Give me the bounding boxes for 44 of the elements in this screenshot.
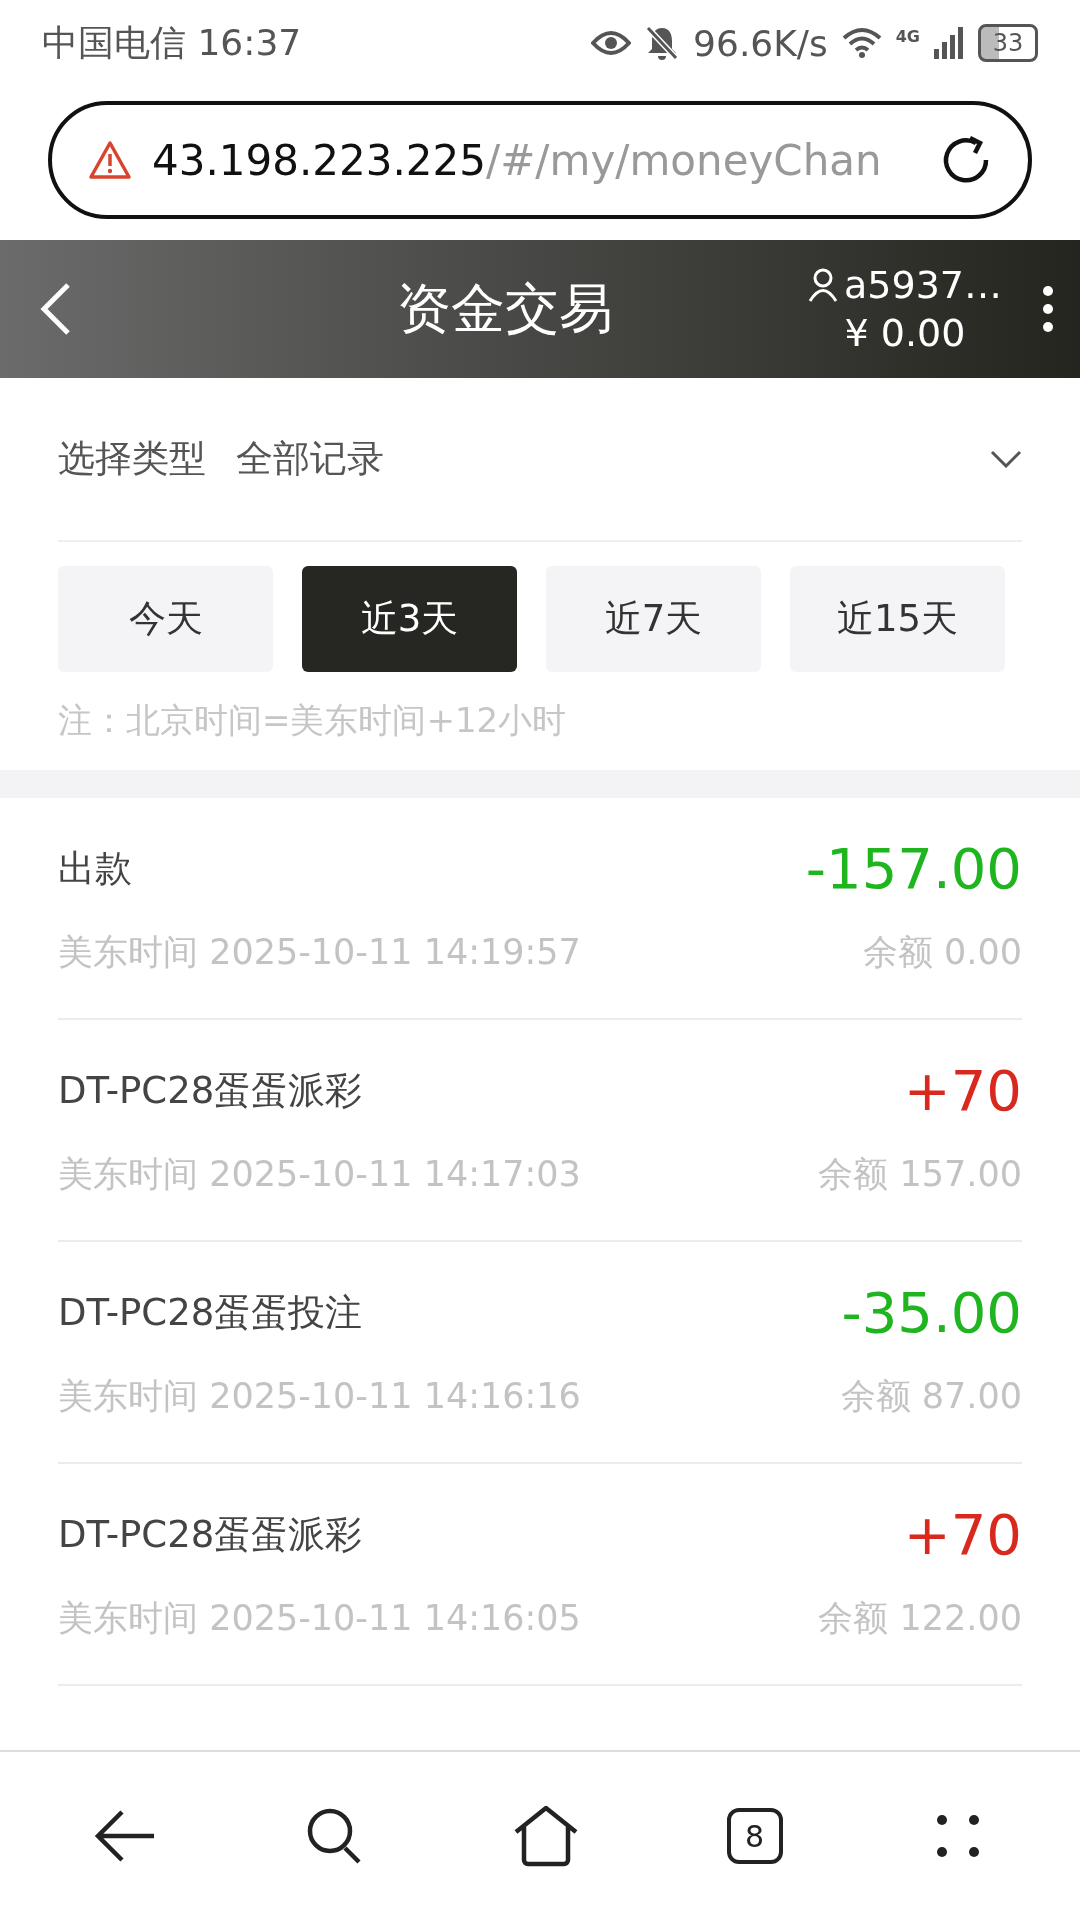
- record-balance: 余额 87.00: [840, 1375, 1022, 1418]
- record-title: DT-PC28蛋蛋投注: [58, 1289, 364, 1336]
- date-range-tab[interactable]: 近3天: [302, 566, 517, 672]
- username: a5937…: [844, 263, 1002, 307]
- more-icon[interactable]: [1042, 285, 1054, 333]
- record-balance: 余额 157.00: [818, 1153, 1022, 1196]
- record-title: 出款: [58, 845, 133, 892]
- record-time: 美东时间 2025-10-11 14:19:57: [58, 931, 582, 974]
- date-range-tab[interactable]: 近7天: [546, 566, 761, 672]
- type-selector[interactable]: 选择类型 全部记录: [58, 378, 1022, 542]
- url-text: 43.198.223.225/#/my/moneyChan: [152, 135, 883, 185]
- record-title: DT-PC28蛋蛋派彩: [58, 1067, 364, 1114]
- record-time: 美东时间 2025-10-11 14:17:03: [58, 1153, 582, 1196]
- date-range-tab[interactable]: 近15天: [790, 566, 1005, 672]
- network-speed: 96.6K/s: [693, 22, 828, 64]
- record-title: DT-PC28蛋蛋派彩: [58, 1511, 364, 1558]
- date-range-tab[interactable]: 今天: [58, 566, 273, 672]
- home-icon[interactable]: [513, 1805, 579, 1867]
- signal-icon: [934, 27, 964, 59]
- account-balance: ¥ 0.00: [844, 311, 966, 355]
- type-label: 选择类型: [58, 436, 206, 482]
- wifi-icon: [841, 27, 882, 59]
- user-icon: [808, 268, 838, 302]
- record-amount: +70: [903, 1502, 1022, 1567]
- eye-icon: [591, 29, 632, 57]
- address-bar[interactable]: 43.198.223.225/#/my/moneyChan: [48, 101, 1032, 219]
- carrier-time: 中国电信 16:37: [42, 20, 302, 65]
- record-amount: +70: [903, 1058, 1022, 1123]
- record-time: 美东时间 2025-10-11 14:16:16: [58, 1375, 582, 1418]
- page-title: 资金交易: [396, 275, 614, 342]
- back-icon[interactable]: [38, 281, 72, 337]
- network-type: 4G: [895, 26, 920, 46]
- tab-count[interactable]: 8: [726, 1808, 783, 1864]
- record-amount: -35.00: [841, 1280, 1022, 1345]
- record-balance: 余额 0.00: [862, 931, 1022, 974]
- battery-level: 33: [978, 24, 1038, 62]
- record-amount: -157.00: [805, 836, 1022, 901]
- bell-muted-icon: [645, 25, 680, 61]
- record-balance: 余额 122.00: [818, 1597, 1022, 1640]
- warning-icon: [88, 140, 132, 180]
- chevron-down-icon: [990, 450, 1022, 468]
- timezone-note: 注：北京时间=美东时间+12小时: [57, 699, 568, 742]
- type-value: 全部记录: [236, 436, 385, 482]
- record-time: 美东时间 2025-10-11 14:16:05: [58, 1597, 582, 1640]
